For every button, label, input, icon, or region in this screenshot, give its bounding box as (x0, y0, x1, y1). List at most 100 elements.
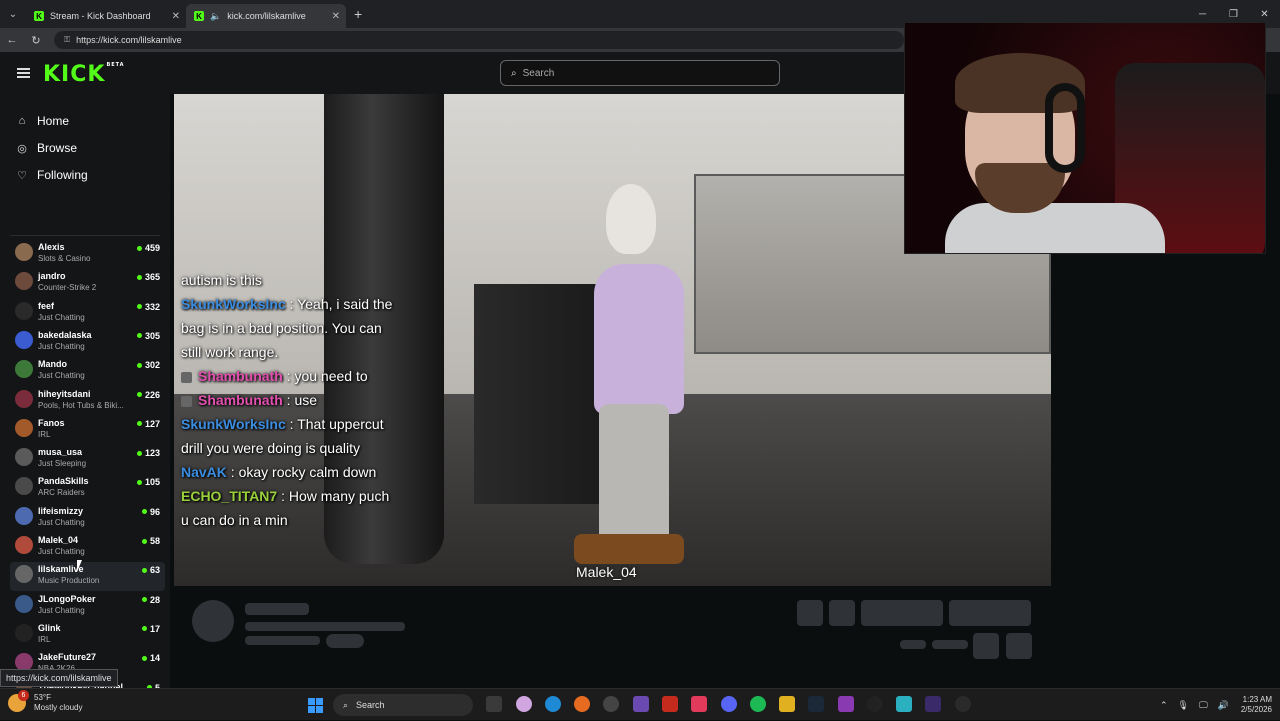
microphone-icon[interactable]: 🎙 (1178, 700, 1189, 711)
chat-message: autism is this (181, 268, 431, 292)
new-tab-plus-icon[interactable]: + (354, 6, 362, 22)
loading-placeholder (829, 600, 855, 626)
volume-icon[interactable]: 🔊 (1218, 700, 1229, 711)
avatar (15, 360, 33, 379)
start-button[interactable] (308, 698, 323, 713)
kick-logo[interactable]: KICKBETA (43, 62, 125, 87)
sidebar-channel-item[interactable]: JLongoPoker Just Chatting 28 (10, 592, 165, 621)
chat-text: : Yeah, i said the (285, 296, 393, 312)
live-dot-icon (141, 567, 147, 573)
sidebar-channel-item[interactable]: jandro Counter-Strike 2 365 (10, 269, 165, 298)
weather-widget[interactable]: 6 53°F Mostly cloudy (8, 690, 82, 713)
sidebar-channel-item[interactable]: Glink IRL 17 (10, 621, 165, 650)
nav-browse[interactable]: ◎ Browse (15, 141, 77, 155)
sidebar-channel-item[interactable]: PandaSkills ARC Raiders 105 (10, 474, 165, 503)
chat-username[interactable]: SkunkWorksInc (181, 296, 286, 312)
channel-name: lifeismizzy (38, 505, 84, 516)
chat-username[interactable]: SkunkWorksInc (181, 416, 286, 432)
close-tab-icon[interactable]: ✕ (172, 11, 180, 22)
obs-icon[interactable] (603, 696, 619, 712)
channel-name: Mando (38, 359, 67, 370)
chat-message: SkunkWorksInc : Yeah, i said the (181, 292, 431, 316)
loading-placeholder (1006, 633, 1032, 659)
edge-icon[interactable] (545, 696, 561, 712)
channel-category: Just Chatting (38, 547, 85, 556)
live-dot-icon (136, 450, 142, 456)
live-dot-icon (141, 509, 147, 515)
sidebar-channel-item[interactable]: Malek_04 Just Chatting 58 (10, 533, 165, 562)
viewer-count: 302 (136, 360, 160, 370)
firefox-icon[interactable] (574, 696, 590, 712)
mouse-cursor (77, 560, 87, 572)
copilot-icon[interactable] (516, 696, 532, 712)
chat-text: : okay rocky calm down (226, 464, 377, 480)
system-tray: ⌃ 🎙 🖵 🔊 1:23 AM 2/5/2026 (1150, 689, 1272, 721)
chevron-up-icon[interactable]: ⌃ (1160, 700, 1168, 711)
speaker-icon[interactable]: 🔈 (210, 11, 221, 22)
tab-title: kick.com/lilskamlive (227, 11, 306, 21)
sidebar-channel-item[interactable]: bakedalaska Just Chatting 305 (10, 328, 165, 357)
chat-username[interactable]: ECHO_TITAN7 (181, 488, 277, 504)
menu-hamburger-icon[interactable] (17, 68, 30, 78)
avatar (15, 623, 33, 642)
sidebar-channel-item[interactable]: hiheyitsdani Pools, Hot Tubs & Biki... 226 (10, 387, 165, 416)
app-icon[interactable] (662, 696, 678, 712)
close-tab-icon[interactable]: ✕ (332, 11, 340, 22)
reload-icon[interactable]: ↻ (24, 28, 48, 52)
avatar (15, 272, 33, 291)
sidebar-channel-item[interactable]: feef Just Chatting 332 (10, 299, 165, 328)
chat-username[interactable]: Shambunath (198, 368, 283, 384)
browser-tab-channel[interactable]: K 🔈 kick.com/lilskamlive ✕ (186, 4, 346, 28)
streamer-figure (606, 184, 656, 254)
music-icon[interactable] (691, 696, 707, 712)
sidebar-channel-item[interactable]: lifeismizzy Just Chatting 96 (10, 504, 165, 533)
sidebar-channel-item[interactable]: lilskamlive Music Production 63 (10, 562, 165, 592)
url-field[interactable]: ⚿ https://kick.com/lilskamlive (54, 31, 904, 49)
app-icon[interactable] (955, 696, 971, 712)
chat-message: drill you were doing is quality (181, 436, 431, 460)
spotify-icon[interactable] (750, 696, 766, 712)
headset (1045, 83, 1085, 173)
tab-list-chevron-icon[interactable]: ⌄ (0, 0, 26, 28)
sidebar-channel-item[interactable]: Fanos IRL 127 (10, 416, 165, 445)
nav-following[interactable]: ♡ Following (15, 168, 88, 182)
channel-name: Malek_04 (38, 535, 79, 545)
avatar (15, 418, 33, 437)
app-icon[interactable] (633, 696, 649, 712)
nav-home[interactable]: ⌂ Home (15, 114, 69, 128)
chat-text: drill you were doing is quality (181, 440, 360, 456)
loading-placeholder (861, 600, 943, 626)
clock[interactable]: 1:23 AM 2/5/2026 (1241, 695, 1272, 715)
loading-placeholder (245, 636, 320, 645)
chat-message: SkunkWorksInc : That uppercut (181, 412, 431, 436)
chat-username[interactable]: Shambunath (198, 392, 283, 408)
app-icon[interactable] (867, 696, 883, 712)
back-arrow-icon[interactable]: ← (0, 28, 24, 52)
task-view-icon[interactable] (486, 696, 502, 712)
network-icon[interactable]: 🖵 (1199, 700, 1208, 711)
site-info-icon[interactable]: ⚿ (64, 35, 70, 45)
app-icon[interactable] (896, 696, 912, 712)
browser-tab-dashboard[interactable]: K Stream - Kick Dashboard ✕ (26, 4, 186, 28)
chat-username[interactable]: NavAK (181, 464, 227, 480)
channel-name: Fanos (38, 417, 65, 428)
sidebar-channel-item[interactable]: Mando Just Chatting 302 (10, 357, 165, 386)
viewer-count: 123 (136, 448, 160, 458)
discord-icon[interactable] (721, 696, 737, 712)
sidebar-channel-item[interactable]: Alexis Slots & Casino 459 (10, 240, 165, 269)
fx-icon[interactable] (925, 696, 941, 712)
sidebar-channel-item[interactable]: musa_usa Just Sleeping 123 (10, 445, 165, 474)
file-explorer-icon[interactable] (779, 696, 795, 712)
search-icon: ⌕ (343, 699, 349, 710)
app-icon[interactable] (838, 696, 854, 712)
url-text: https://kick.com/lilskamlive (76, 35, 182, 45)
chat-text: still work range. (181, 344, 279, 360)
chat-text: bag is in a bad position. You can (181, 320, 382, 336)
steam-icon[interactable] (808, 696, 824, 712)
channel-name: Glink (38, 622, 61, 633)
kick-favicon-icon: K (194, 11, 204, 21)
channel-category: Just Chatting (38, 517, 85, 527)
channel-category: IRL (38, 634, 51, 644)
search-input[interactable]: ⌕ Search (500, 60, 780, 86)
taskbar-search[interactable]: ⌕ Search (333, 694, 473, 716)
